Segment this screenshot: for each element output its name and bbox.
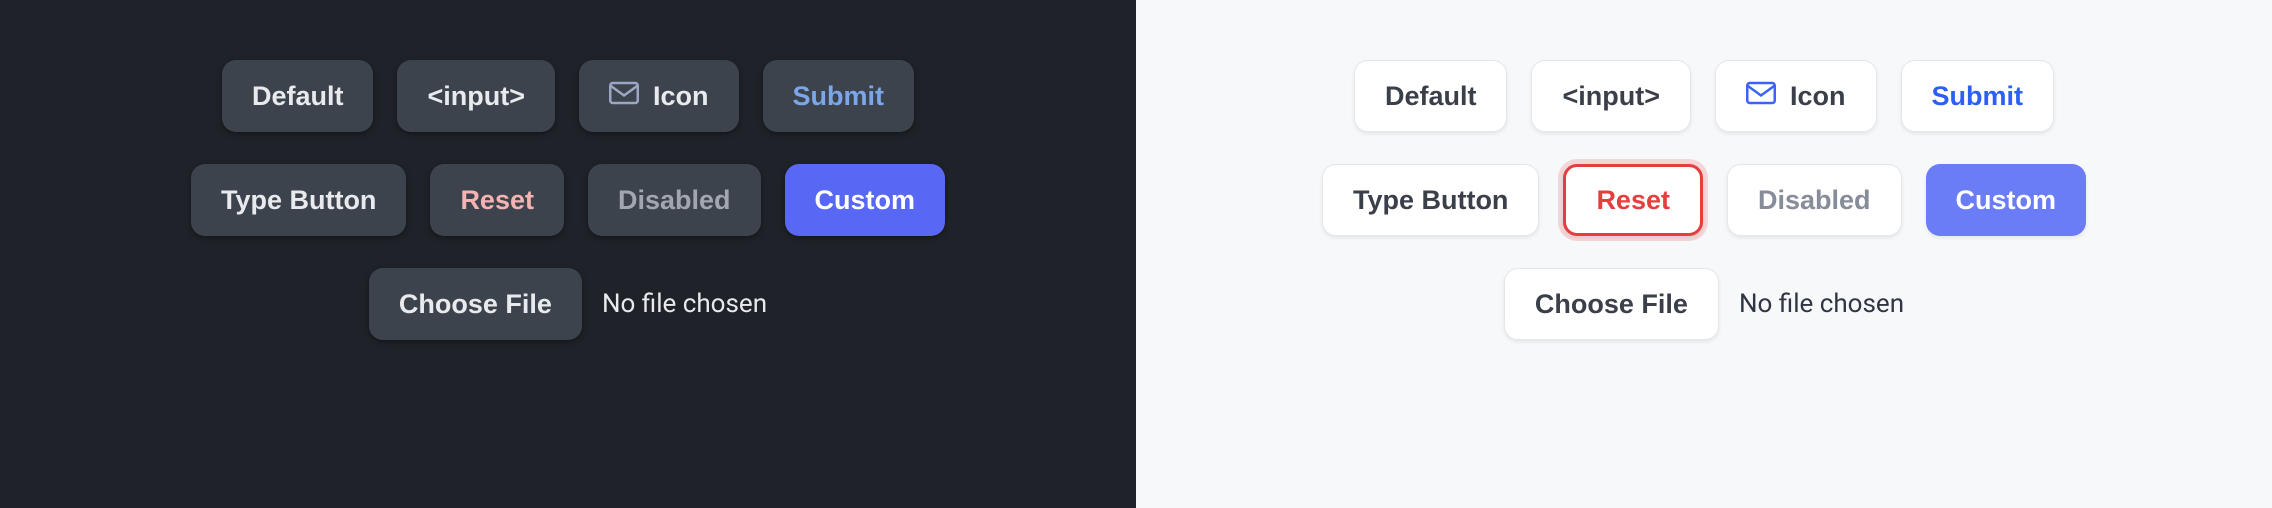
file-row: Choose File No file chosen <box>1504 268 1904 340</box>
file-status-label: No file chosen <box>1739 289 1904 319</box>
icon-button-label: Icon <box>1790 81 1846 112</box>
button-row-1: Default <input> Icon Submit <box>222 60 914 132</box>
dark-theme-panel: Default <input> Icon Submit Type Button … <box>0 0 1136 508</box>
input-button[interactable]: <input> <box>397 60 555 132</box>
input-button[interactable]: <input> <box>1531 60 1691 132</box>
icon-button[interactable]: Icon <box>1715 60 1877 132</box>
submit-button[interactable]: Submit <box>1901 60 2055 132</box>
type-button[interactable]: Type Button <box>191 164 406 236</box>
choose-file-button[interactable]: Choose File <box>369 268 582 340</box>
icon-button-label: Icon <box>653 81 709 112</box>
icon-button[interactable]: Icon <box>579 60 739 132</box>
default-button[interactable]: Default <box>222 60 374 132</box>
submit-button[interactable]: Submit <box>763 60 915 132</box>
default-button[interactable]: Default <box>1354 60 1508 132</box>
reset-button[interactable]: Reset <box>1563 164 1703 236</box>
disabled-button: Disabled <box>588 164 761 236</box>
file-status-label: No file chosen <box>602 289 767 319</box>
button-row-1: Default <input> Icon Submit <box>1354 60 2054 132</box>
file-row: Choose File No file chosen <box>369 268 767 340</box>
button-row-2: Type Button Reset Disabled Custom <box>1322 164 2086 236</box>
type-button[interactable]: Type Button <box>1322 164 1539 236</box>
mail-icon <box>609 81 639 112</box>
custom-button[interactable]: Custom <box>1926 164 2087 236</box>
mail-icon <box>1746 81 1776 112</box>
disabled-button: Disabled <box>1727 164 1902 236</box>
button-row-2: Type Button Reset Disabled Custom <box>191 164 945 236</box>
custom-button[interactable]: Custom <box>785 164 946 236</box>
light-theme-panel: Default <input> Icon Submit Type Button … <box>1136 0 2272 508</box>
reset-button[interactable]: Reset <box>430 164 564 236</box>
choose-file-button[interactable]: Choose File <box>1504 268 1719 340</box>
